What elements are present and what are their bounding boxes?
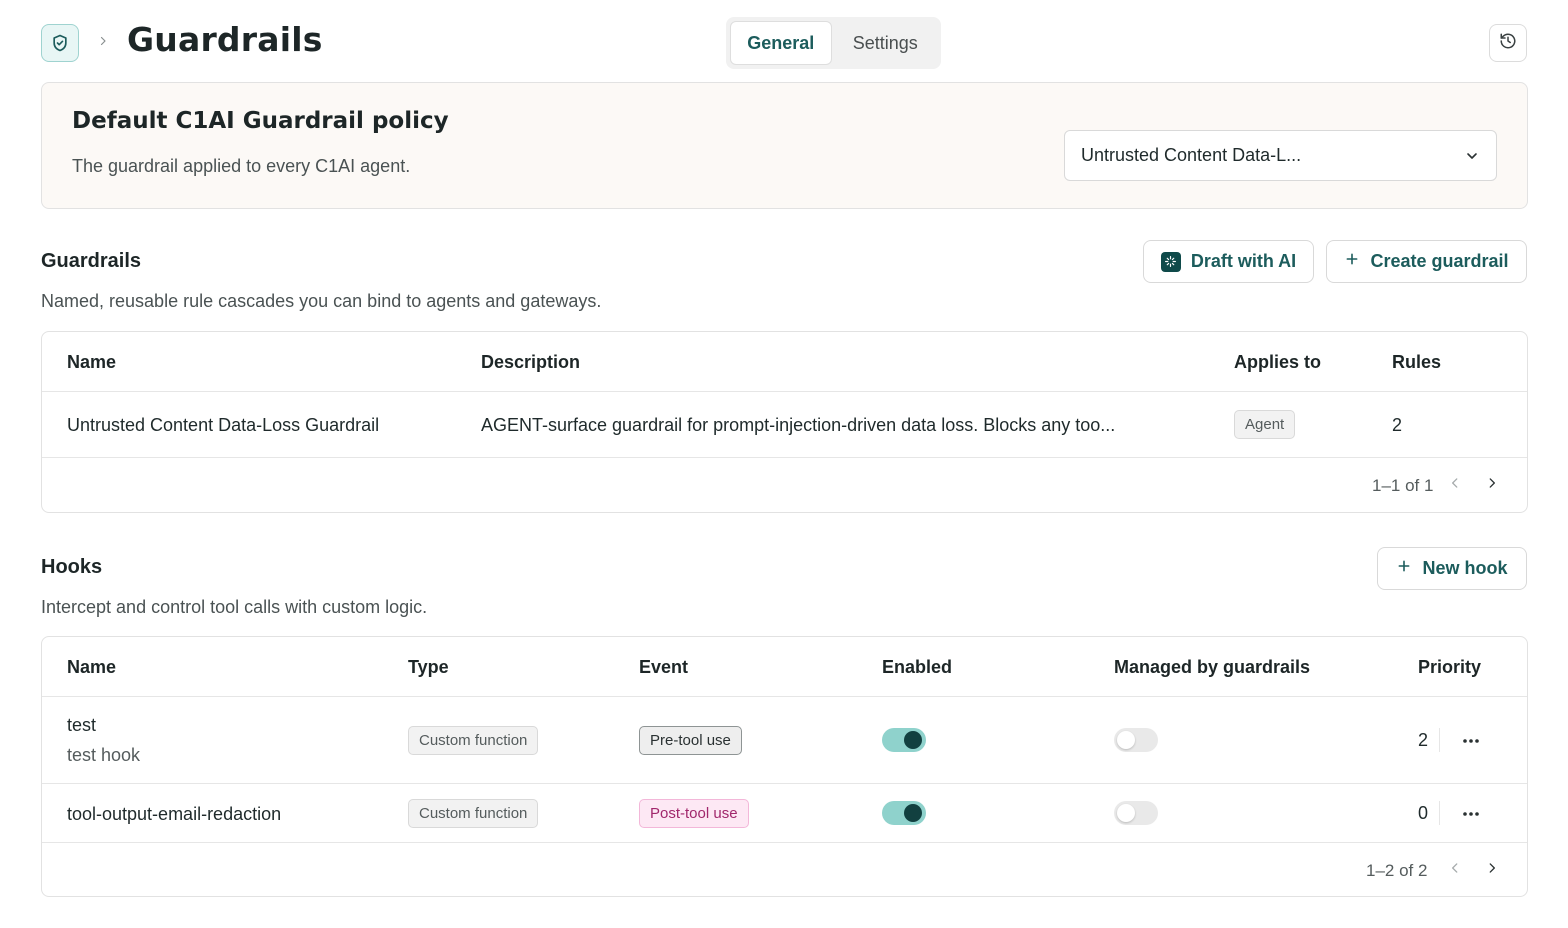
row-divider <box>42 696 1527 697</box>
hooks-section-subtitle: Intercept and control tool calls with cu… <box>41 597 428 617</box>
history-icon <box>1499 32 1517 55</box>
column-header-priority: Priority <box>1418 657 1482 677</box>
create-guardrail-label: Create guardrail <box>1370 251 1509 271</box>
enabled-toggle[interactable] <box>882 801 926 825</box>
ellipsis-icon <box>1462 804 1480 822</box>
guardrails-section-title: Guardrails <box>41 250 142 272</box>
page-header: Guardrails General Settings <box>0 0 1568 82</box>
default-policy-card: Default C1AI Guardrail policy The guardr… <box>41 82 1528 209</box>
more-actions-button[interactable] <box>1457 728 1485 752</box>
hook-name[interactable]: test <box>67 715 96 736</box>
divider <box>1439 801 1440 825</box>
hook-description: test hook <box>67 745 141 765</box>
previous-page-button[interactable] <box>1444 859 1466 881</box>
guardrail-name[interactable]: Untrusted Content Data-Loss Guardrail <box>67 415 379 436</box>
hook-type-badge: Custom function <box>408 799 539 828</box>
chevron-right-icon <box>95 33 111 49</box>
policy-description: The guardrail applied to every C1AI agen… <box>72 156 411 176</box>
policy-select-value: Untrusted Content Data-L... <box>1081 145 1302 165</box>
new-hook-button[interactable]: New hook <box>1377 547 1527 590</box>
column-header-name: Name <box>67 352 117 372</box>
enabled-toggle[interactable] <box>882 728 926 752</box>
hook-type-badge: Custom function <box>408 726 539 755</box>
chevron-left-icon <box>1448 861 1462 880</box>
guardrails-section-subtitle: Named, reusable rule cascades you can bi… <box>41 291 602 311</box>
rules-count: 2 <box>1392 415 1403 435</box>
pagination-text: 1–1 of 1 <box>1372 476 1434 495</box>
managed-toggle[interactable] <box>1114 728 1158 752</box>
row-divider <box>42 391 1527 392</box>
tab-bar: General Settings <box>726 17 941 69</box>
priority-value: 2 <box>1418 730 1429 750</box>
hook-name[interactable]: tool-output-email-redaction <box>67 804 281 825</box>
plus-icon <box>1344 251 1360 272</box>
chevron-right-icon <box>1485 476 1499 495</box>
column-header-managed-by-guardrails: Managed by guardrails <box>1114 657 1311 677</box>
create-guardrail-button[interactable]: Create guardrail <box>1326 240 1527 283</box>
column-header-applies-to: Applies to <box>1234 352 1322 372</box>
more-actions-button[interactable] <box>1457 801 1485 825</box>
next-page-button[interactable] <box>1481 474 1503 496</box>
column-header-name: Name <box>67 657 117 677</box>
column-header-type: Type <box>408 657 449 677</box>
tab-general[interactable]: General <box>730 21 832 65</box>
applies-to-badge: Agent <box>1234 410 1296 439</box>
new-hook-label: New hook <box>1422 558 1508 578</box>
column-header-event: Event <box>639 657 689 677</box>
priority-value: 0 <box>1418 803 1429 823</box>
row-divider <box>42 842 1527 843</box>
draft-with-ai-button[interactable]: Draft with AI <box>1143 240 1314 283</box>
previous-page-button[interactable] <box>1444 474 1466 496</box>
divider <box>1439 728 1440 752</box>
managed-toggle[interactable] <box>1114 801 1158 825</box>
chevron-right-icon <box>1485 861 1499 880</box>
draft-with-ai-label: Draft with AI <box>1190 251 1297 271</box>
history-button[interactable] <box>1489 24 1527 62</box>
ellipsis-icon <box>1462 731 1480 749</box>
guardrails-table: Name Description Applies to Rules Untrus… <box>41 331 1528 513</box>
pagination-text: 1–2 of 2 <box>1366 861 1428 880</box>
tab-settings[interactable]: Settings <box>834 21 937 65</box>
hook-event-badge: Pre-tool use <box>639 726 742 755</box>
guardrail-description: AGENT-surface guardrail for prompt-injec… <box>481 415 1116 435</box>
plus-icon <box>1396 558 1412 579</box>
column-header-enabled: Enabled <box>882 657 953 677</box>
shield-check-icon <box>41 24 79 62</box>
column-header-description: Description <box>481 352 581 372</box>
policy-select[interactable]: Untrusted Content Data-L... <box>1064 130 1497 181</box>
row-divider <box>42 783 1527 784</box>
hooks-section-title: Hooks <box>41 556 103 578</box>
hook-event-badge: Post-tool use <box>639 799 749 828</box>
next-page-button[interactable] <box>1481 859 1503 881</box>
hooks-table: Name Type Event Enabled Managed by guard… <box>41 636 1528 897</box>
policy-title: Default C1AI Guardrail policy <box>72 108 449 134</box>
chevron-down-icon <box>1464 148 1480 169</box>
page-title: Guardrails <box>127 20 323 59</box>
row-divider <box>42 457 1527 458</box>
column-header-rules: Rules <box>1392 352 1442 372</box>
sparkle-icon <box>1160 251 1181 272</box>
chevron-left-icon <box>1448 476 1462 495</box>
